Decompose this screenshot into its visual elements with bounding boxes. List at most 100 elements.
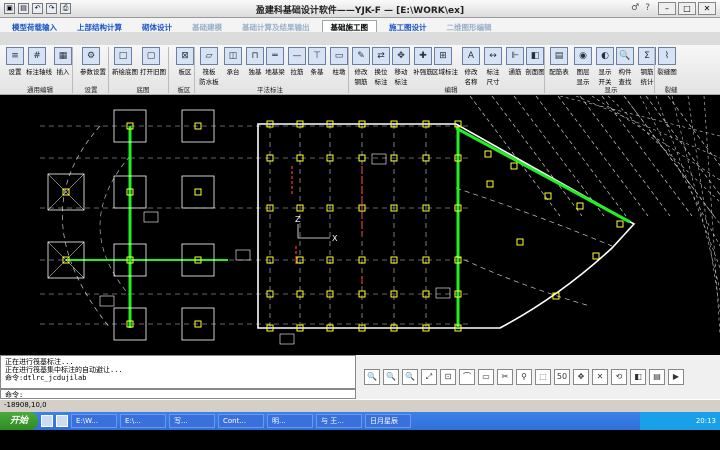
grid-line xyxy=(557,96,649,217)
grid-line xyxy=(671,96,720,291)
ribbon-button[interactable]: ⊤ 条基 xyxy=(306,47,328,76)
column-node xyxy=(576,202,584,210)
taskbar-task[interactable]: 写... xyxy=(169,414,216,428)
user-icon[interactable]: ♂ xyxy=(631,3,639,13)
column-node xyxy=(616,220,624,228)
clock: 20:13 xyxy=(695,417,716,425)
ribbon-button-label: 承台 xyxy=(226,68,240,76)
drawing-canvas[interactable]: XZ xyxy=(0,96,720,355)
ribbon-toolbar: ≡ 设置 # 标注轴线 ▦ 插入 ⚙ 参数设置 □ 新绘底图 ▢ 打开旧图 ⊠ 板区 ▱ 筏板 防水板 ◫ 承台 ⊓ 独… xyxy=(0,45,720,95)
ribbon-button-icon: ↔ xyxy=(484,47,502,65)
ribbon-button-label: 修改 xyxy=(464,68,478,76)
ribbon-button[interactable]: ◧ 剖面图 xyxy=(524,47,546,76)
ribbon-button[interactable]: ⊓ 独基 xyxy=(244,47,266,76)
cad-drawing[interactable]: XZ xyxy=(0,96,720,355)
view-tool-button[interactable]: ✂ xyxy=(497,369,513,385)
quicklaunch-ie-icon[interactable] xyxy=(41,415,54,427)
annotation-block xyxy=(143,211,159,223)
ribbon-button[interactable]: ═ 地基梁 xyxy=(264,47,286,76)
view-tool-button[interactable]: ⤢ xyxy=(421,369,437,385)
ribbon-button-label: 板区 xyxy=(178,68,192,76)
ribbon-button[interactable]: ≡ 设置 xyxy=(4,47,26,76)
ribbon-button[interactable]: ⊞ 区域标注 xyxy=(432,47,458,76)
ribbon-button-label: 柱墩 xyxy=(332,68,346,76)
view-tool-button[interactable]: ⟲ xyxy=(611,369,627,385)
ribbon-button[interactable]: ⚙ 参数设置 xyxy=(80,47,106,76)
axis-z-label: Z xyxy=(295,215,301,224)
view-tool-button[interactable]: ▤ xyxy=(649,369,665,385)
view-tool-button[interactable]: ⊡ xyxy=(440,369,456,385)
annotation-block xyxy=(371,153,387,165)
ribbon-button[interactable]: ◉ 图层 显示 xyxy=(572,47,594,86)
view-tool-button[interactable]: 🔍 xyxy=(383,369,399,385)
ribbon-button[interactable]: ⌇ 裂缝图 xyxy=(656,47,678,76)
view-tool-button[interactable]: ⌒ xyxy=(459,369,475,385)
window-title: 盈建科基础设计软件——YJK-F — [E:\WORK\ex] xyxy=(255,6,465,16)
ribbon-button[interactable]: ▢ 打开旧图 xyxy=(140,47,166,76)
ribbon-button-icon: 🔍 xyxy=(616,47,634,65)
quicklaunch-desktop-icon[interactable] xyxy=(56,415,69,427)
ribbon-button[interactable]: ✎ 修改 钢筋 xyxy=(350,47,372,86)
column-node xyxy=(516,238,524,246)
ribbon-button[interactable]: 🔍 构件 查找 xyxy=(614,47,636,86)
system-tray: 20:13 xyxy=(640,412,720,430)
ribbon-button-icon: ⊓ xyxy=(246,47,264,65)
task-list: E:\W... E:\... 写... Cont... 明... 与 王... 日月星辰 xyxy=(68,414,412,428)
annotation-block xyxy=(235,249,251,261)
ribbon-button[interactable]: # 标注轴线 xyxy=(26,47,52,76)
taskbar-task[interactable]: 日月星辰 xyxy=(365,414,412,428)
view-tool-button[interactable]: 🔍 xyxy=(364,369,380,385)
taskbar-task[interactable]: Cont... xyxy=(218,414,265,428)
ribbon-button[interactable]: ⇄ 换位 标注 xyxy=(370,47,392,86)
ribbon-button[interactable]: ✥ 移动 标注 xyxy=(390,47,412,86)
view-tool-button[interactable]: 🔍 xyxy=(402,369,418,385)
command-input[interactable]: 命令: xyxy=(0,389,356,399)
view-tool-button[interactable]: 50 xyxy=(554,369,570,385)
ribbon-button[interactable]: ▭ 柱墩 xyxy=(328,47,350,76)
column-node xyxy=(194,188,202,196)
maximize-button[interactable]: □ xyxy=(678,2,696,15)
ribbon-button[interactable]: A 修改 名称 xyxy=(460,47,482,86)
ribbon-button[interactable]: ↔ 标注 尺寸 xyxy=(482,47,504,86)
view-tool-button[interactable]: ✥ xyxy=(573,369,589,385)
ribbon-button[interactable]: ⊠ 板区 xyxy=(174,47,196,76)
ribbon-button[interactable]: ✚ 补强筋 xyxy=(412,47,434,76)
taskbar-task[interactable]: E:\W... xyxy=(71,414,118,428)
taskbar-task[interactable]: 与 王... xyxy=(316,414,363,428)
annotation-block xyxy=(99,295,115,307)
ribbon-button-icon: ≡ xyxy=(6,47,24,65)
taskbar-task[interactable]: 明... xyxy=(267,414,314,428)
grid-line xyxy=(559,96,720,137)
ribbon-button-label: 防水板 xyxy=(199,78,219,86)
grid-line xyxy=(535,96,627,217)
ribbon-button[interactable]: ▤ 配筋表 xyxy=(548,47,570,76)
ribbon-button[interactable]: ▱ 筏板 防水板 xyxy=(198,47,220,86)
coordinate-readout: -18908,10,0 xyxy=(4,401,47,409)
close-button[interactable]: ✕ xyxy=(698,2,716,15)
ribbon-button[interactable]: ▦ 插入 xyxy=(52,47,74,76)
view-tool-button[interactable]: ⬚ xyxy=(535,369,551,385)
ribbon-button-icon: ⚙ xyxy=(82,47,100,65)
view-tool-button[interactable]: ▶ xyxy=(668,369,684,385)
ribbon-button[interactable]: ⊩ 通筋 xyxy=(504,47,526,76)
ribbon-button[interactable]: ◐ 显示 开关 xyxy=(594,47,616,86)
ribbon-button[interactable]: □ 新绘底图 xyxy=(112,47,138,76)
view-tool-button[interactable]: ✕ xyxy=(592,369,608,385)
view-tool-button[interactable]: ▭ xyxy=(478,369,494,385)
start-button[interactable]: 开始 xyxy=(0,412,39,430)
ribbon-button-icon: ▢ xyxy=(142,47,160,65)
ribbon-button[interactable]: — 拉筋 xyxy=(286,47,308,76)
group-label-crack: 裂缝 xyxy=(664,86,678,94)
help-icon[interactable]: ? xyxy=(645,3,650,13)
taskbar-task[interactable]: E:\... xyxy=(120,414,167,428)
column-node xyxy=(544,192,552,200)
column-node xyxy=(484,150,492,158)
group-divider xyxy=(348,47,349,93)
view-tool-button[interactable]: ⚲ xyxy=(516,369,532,385)
axis-x-label: X xyxy=(332,234,338,243)
view-tool-button[interactable]: ◧ xyxy=(630,369,646,385)
arc-line xyxy=(99,155,131,297)
annotation-block xyxy=(435,287,451,299)
minimize-button[interactable]: – xyxy=(658,2,676,15)
ribbon-button[interactable]: ◫ 承台 xyxy=(222,47,244,76)
